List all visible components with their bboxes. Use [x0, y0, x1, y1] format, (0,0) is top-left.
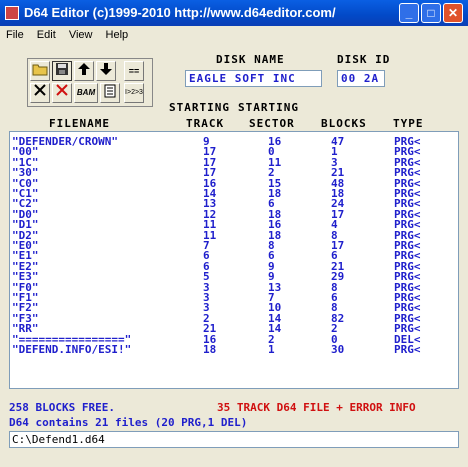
file-info-label: 35 TRACK D64 FILE + ERROR INFO	[217, 401, 416, 414]
file-row[interactable]: "DEFENDER/CROWN" 9 16 47 PRG<	[10, 136, 458, 147]
file-row[interactable]: "1C" 17 11 3 PRG<	[10, 157, 458, 168]
file-row[interactable]: "D1" 11 16 4 PRG<	[10, 219, 458, 230]
file-path-field: C:\Defend1.d64	[9, 431, 459, 448]
disk-id-field[interactable]: 00 2A	[337, 70, 385, 87]
file-row[interactable]: "C2" 13 6 24 PRG<	[10, 198, 458, 209]
close-button[interactable]: ✕	[443, 3, 463, 23]
disk-id-header: DISK ID	[337, 53, 391, 66]
file-row[interactable]: "E1" 6 6 6 PRG<	[10, 250, 458, 261]
save-icon[interactable]	[52, 61, 72, 81]
menu-bar: File Edit View Help	[0, 26, 468, 45]
file-name: "DEFEND.INFO/ESI!"	[12, 343, 132, 356]
disk-name-header: DISK NAME	[216, 53, 285, 66]
file-sector: 1	[268, 343, 275, 356]
file-row[interactable]: "F3" 2 14 82 PRG<	[10, 313, 458, 324]
type-header: TYPE	[393, 117, 424, 130]
arrow-down-icon[interactable]	[96, 61, 116, 81]
file-blocks: 30	[331, 343, 345, 356]
file-row[interactable]: "F1" 3 7 6 PRG<	[10, 292, 458, 303]
summary-label: D64 contains 21 files (20 PRG,1 DEL)	[9, 416, 248, 429]
file-list[interactable]: "DEFENDER/CROWN" 9 16 47 PRG< "00" 17 0 1 PRG< "1C…	[9, 131, 459, 389]
menu-file[interactable]: File	[6, 29, 24, 41]
delete-icon[interactable]	[30, 83, 50, 103]
menu-help[interactable]: Help	[106, 29, 129, 41]
maximize-button[interactable]: □	[421, 3, 441, 23]
title-bar: D64 Editor (c)1999-2010 http://www.d64ed…	[0, 0, 468, 26]
starting-sector-header: STARTING	[238, 101, 299, 114]
file-row[interactable]: "E3" 5 9 29 PRG<	[10, 271, 458, 282]
file-row[interactable]: "D2" 11 18 8 PRG<	[10, 230, 458, 241]
disk-name-field[interactable]: EAGLE SOFT INC	[185, 70, 322, 87]
file-row[interactable]: "DEFEND.INFO/ESI!" 18 1 30 PRG<	[10, 343, 458, 356]
file-row[interactable]: "E2" 6 9 21 PRG<	[10, 261, 458, 272]
app-icon	[5, 6, 19, 20]
starting-track-header: STARTING	[169, 101, 230, 114]
file-row[interactable]: "C0" 16 15 48 PRG<	[10, 178, 458, 189]
menu-view[interactable]: View	[69, 29, 93, 41]
file-row[interactable]: "00" 17 0 1 PRG<	[10, 146, 458, 157]
file-row[interactable]: "30" 17 2 21 PRG<	[10, 167, 458, 178]
file-row[interactable]: "C1" 14 18 18 PRG<	[10, 188, 458, 199]
window-title: D64 Editor (c)1999-2010 http://www.d64ed…	[24, 5, 336, 20]
filename-header: FILENAME	[49, 117, 110, 130]
blocks-header: BLOCKS	[321, 117, 367, 130]
track-header: TRACK	[186, 117, 225, 130]
undelete-icon[interactable]	[52, 83, 72, 103]
file-row[interactable]: "F2" 3 10 8 PRG<	[10, 302, 458, 313]
separator-button[interactable]: ==	[124, 61, 144, 81]
file-row[interactable]: "E0" 7 8 17 PRG<	[10, 240, 458, 251]
file-type: PRG<	[394, 343, 421, 356]
blocks-free-label: 258 BLOCKS FREE.	[9, 401, 115, 414]
track-chain-button[interactable]: I>2>3	[124, 83, 144, 103]
minimize-button[interactable]: _	[399, 3, 419, 23]
file-row[interactable]: "D0" 12 18 17 PRG<	[10, 209, 458, 220]
open-folder-icon[interactable]	[30, 61, 50, 81]
file-row[interactable]: "F0" 3 13 8 PRG<	[10, 282, 458, 293]
document-icon[interactable]	[100, 83, 120, 103]
bam-button[interactable]: BAM	[74, 83, 98, 103]
sector-header: SECTOR	[249, 117, 295, 130]
toolbar: == BAM I>2>3	[27, 58, 153, 107]
arrow-up-icon[interactable]	[74, 61, 94, 81]
file-track: 18	[203, 343, 217, 356]
menu-edit[interactable]: Edit	[37, 29, 56, 41]
